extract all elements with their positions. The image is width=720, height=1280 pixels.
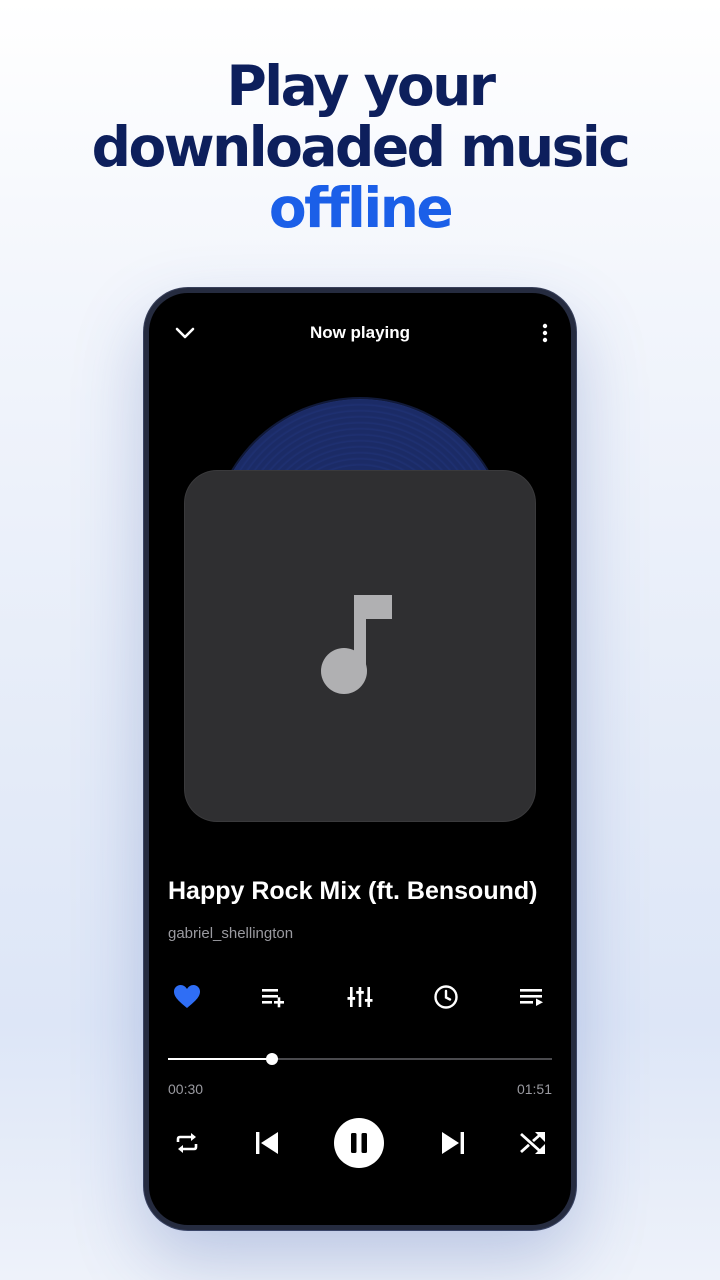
- repeat-icon: [176, 1133, 198, 1153]
- phone-frame: Now playing Happy Rock Mix (ft. Bensound…: [144, 288, 576, 1230]
- shuffle-button[interactable]: [513, 1123, 553, 1163]
- music-note-icon: [321, 595, 392, 694]
- promo-headline: Play your downloaded music offline: [0, 56, 720, 239]
- sleep-timer-icon: [434, 985, 458, 1009]
- sleep-timer-button[interactable]: [426, 977, 466, 1017]
- playback-controls: [149, 1115, 571, 1171]
- queue-icon: [520, 989, 543, 1006]
- previous-icon: [256, 1132, 278, 1154]
- elapsed-time: 00:30: [168, 1081, 204, 1097]
- seek-fill: [168, 1058, 272, 1060]
- pause-icon: [351, 1133, 367, 1153]
- track-artist[interactable]: gabriel_shellington: [168, 925, 293, 942]
- more-options-button[interactable]: [533, 319, 557, 347]
- favorite-button[interactable]: [167, 977, 207, 1017]
- next-button[interactable]: [433, 1123, 473, 1163]
- album-art: [185, 471, 535, 821]
- now-playing-screen: Now playing Happy Rock Mix (ft. Bensound…: [149, 293, 571, 1225]
- more-vertical-icon: [542, 323, 548, 343]
- track-title: Happy Rock Mix (ft. Bensound): [168, 877, 538, 905]
- screen-title: Now playing: [309, 323, 411, 342]
- repeat-button[interactable]: [167, 1123, 207, 1163]
- heart-icon: [174, 985, 200, 1008]
- headline-line-2: downloaded music: [91, 115, 631, 179]
- play-pause-button[interactable]: [334, 1118, 384, 1168]
- seek-bar[interactable]: [168, 1053, 552, 1065]
- headline-line-1: Play your: [226, 54, 496, 118]
- equalizer-icon: [347, 987, 373, 1007]
- next-icon: [442, 1132, 464, 1154]
- playlist-add-icon: [262, 989, 284, 1008]
- seek-thumb[interactable]: [265, 1053, 278, 1065]
- total-duration: 01:51: [516, 1081, 552, 1097]
- equalizer-button[interactable]: [340, 977, 380, 1017]
- track-actions: [149, 977, 571, 1017]
- queue-button[interactable]: [512, 977, 552, 1017]
- headline-line-3: offline: [268, 176, 454, 240]
- shuffle-icon: [520, 1132, 545, 1154]
- previous-button[interactable]: [247, 1123, 287, 1163]
- add-to-playlist-button[interactable]: [253, 977, 293, 1017]
